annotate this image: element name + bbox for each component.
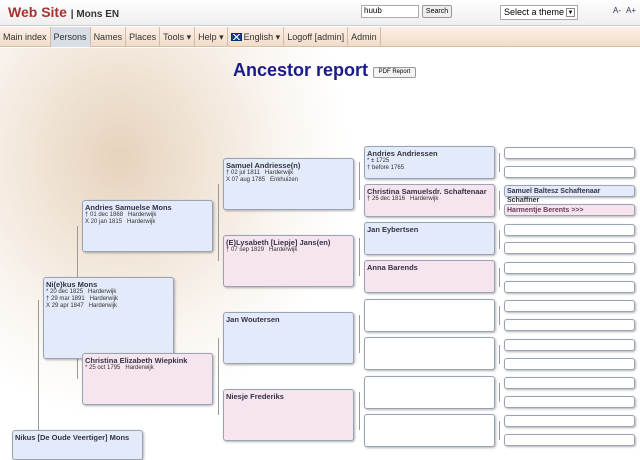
connector bbox=[38, 300, 39, 443]
person-name[interactable]: Jan Woutersen bbox=[226, 315, 351, 324]
birth-info: * 20 dec 1825 Harderwijk bbox=[46, 289, 117, 295]
uk-flag-icon bbox=[230, 33, 242, 41]
person-box[interactable]: Harmentje Berents >>> bbox=[504, 204, 635, 216]
person-box[interactable]: Samuel Baltesz Schaftenaar Schaffner bbox=[504, 185, 635, 204]
person-name[interactable]: Andries Andriessen bbox=[367, 149, 492, 158]
empty-person-box bbox=[504, 224, 635, 236]
person-box[interactable]: Jan Eybertsen bbox=[364, 222, 495, 255]
connector bbox=[499, 191, 500, 210]
person-box[interactable]: Andries Andriessen * ± 1725 † before 176… bbox=[364, 146, 495, 179]
main-menu: Main index Persons Names Places Tools ▾ … bbox=[0, 27, 640, 47]
header: Web Site | Mons EN huub Search Select a … bbox=[0, 0, 640, 26]
empty-person-box bbox=[504, 434, 635, 446]
connector bbox=[359, 162, 360, 200]
person-name[interactable]: Christina Elizabeth Wiepkink bbox=[85, 356, 210, 365]
person-box[interactable]: Andries Samuelse Mons † 01 dec 1868 Hard… bbox=[82, 200, 213, 252]
death-info: † 01 dec 1868 Harderwijk bbox=[85, 212, 157, 218]
empty-person-box bbox=[364, 414, 495, 447]
birth-info: * ± 1725 bbox=[367, 158, 390, 164]
empty-person-box bbox=[504, 319, 635, 331]
person-name[interactable]: Andries Samuelse Mons bbox=[85, 203, 210, 212]
empty-person-box bbox=[504, 166, 635, 178]
marriage-info: X 07 aug 1785 Enkhuizen bbox=[226, 177, 299, 183]
person-box[interactable]: Anna Barends bbox=[364, 260, 495, 293]
empty-person-box bbox=[504, 396, 635, 408]
empty-person-box bbox=[504, 262, 635, 274]
person-box[interactable]: Christina Elizabeth Wiepkink * 25 oct 17… bbox=[82, 353, 213, 405]
font-larger-button[interactable]: A+ bbox=[626, 6, 636, 15]
person-name[interactable]: Samuel Andriesse(n) bbox=[226, 161, 351, 170]
death-info: † 07 sep 1829 Harderwijk bbox=[226, 247, 298, 253]
menu-names[interactable]: Names bbox=[91, 27, 127, 47]
person-box[interactable]: Niesje Frederiks bbox=[223, 389, 354, 441]
person-name[interactable]: Jan Eybertsen bbox=[367, 225, 492, 234]
person-box[interactable]: Nikus [De Oude Veertiger] Mons bbox=[12, 430, 143, 460]
death-info: † 29 mar 1891 Harderwijk bbox=[46, 296, 119, 302]
empty-person-box bbox=[504, 281, 635, 293]
death-info: † 02 jul 1811 Harderwijk bbox=[226, 170, 294, 176]
connector bbox=[218, 338, 219, 415]
person-name[interactable]: Christina Samuelsdr. Schaftenaar bbox=[367, 187, 492, 196]
connector bbox=[499, 345, 500, 364]
page-title: Ancestor report bbox=[233, 60, 369, 80]
empty-person-box bbox=[504, 415, 635, 427]
connector bbox=[359, 315, 360, 353]
theme-select-value: Select a theme bbox=[504, 7, 565, 17]
search-input[interactable]: huub bbox=[361, 5, 419, 18]
empty-person-box bbox=[364, 337, 495, 370]
connector bbox=[359, 392, 360, 430]
person-name[interactable]: Niesje Frederiks bbox=[226, 392, 351, 401]
connector bbox=[499, 306, 500, 325]
empty-person-box bbox=[364, 299, 495, 332]
font-smaller-button[interactable]: A- bbox=[613, 6, 621, 15]
menu-persons[interactable]: Persons bbox=[50, 27, 91, 47]
connector bbox=[499, 421, 500, 440]
person-box[interactable]: Christina Samuelsdr. Schaftenaar † 26 de… bbox=[364, 184, 495, 217]
menu-places[interactable]: Places bbox=[126, 27, 161, 47]
death-info: † 26 dec 1816 Harderwijk bbox=[367, 196, 439, 202]
connector bbox=[499, 153, 500, 172]
connector bbox=[499, 383, 500, 402]
person-box[interactable]: Samuel Andriesse(n) † 02 jul 1811 Harder… bbox=[223, 158, 354, 210]
pdf-report-button[interactable]: PDF Report bbox=[373, 67, 416, 78]
empty-person-box bbox=[504, 242, 635, 254]
empty-person-box bbox=[364, 376, 495, 409]
person-name[interactable]: Samuel Baltesz Schaftenaar Schaffner bbox=[507, 187, 617, 205]
marriage-info: X 20 jan 1815 Harderwijk bbox=[85, 219, 156, 225]
connector bbox=[218, 184, 219, 261]
site-title[interactable]: Web Site | Mons EN bbox=[8, 4, 119, 20]
menu-tools[interactable]: Tools ▾ bbox=[160, 27, 196, 47]
person-box[interactable]: Jan Woutersen bbox=[223, 312, 354, 364]
empty-person-box bbox=[504, 358, 635, 370]
connector bbox=[499, 230, 500, 249]
menu-main-index[interactable]: Main index bbox=[0, 27, 51, 47]
empty-person-box bbox=[504, 377, 635, 389]
person-name[interactable]: Ni(e)kus Mons bbox=[46, 280, 171, 289]
death-info: † before 1765 bbox=[367, 165, 405, 171]
language-label: English ▾ bbox=[243, 32, 281, 42]
birth-info: * 25 oct 1795 Harderwijk bbox=[85, 365, 154, 371]
menu-logoff[interactable]: Logoff [admin] bbox=[284, 27, 349, 47]
menu-help[interactable]: Help ▾ bbox=[195, 27, 228, 47]
marriage-info: X 29 apr 1847 Harderwijk bbox=[46, 303, 118, 309]
menu-admin[interactable]: Admin bbox=[348, 27, 381, 47]
person-box[interactable]: (E)Lysabeth [Liepje] Jans(en) † 07 sep 1… bbox=[223, 235, 354, 287]
chevron-down-icon: ▼ bbox=[566, 8, 575, 17]
connector bbox=[499, 268, 500, 287]
search-button[interactable]: Search bbox=[422, 5, 452, 18]
connector bbox=[359, 238, 360, 276]
person-name[interactable]: Nikus [De Oude Veertiger] Mons bbox=[15, 433, 140, 442]
empty-person-box bbox=[504, 339, 635, 351]
menu-language[interactable]: English ▾ bbox=[228, 27, 285, 47]
empty-person-box bbox=[504, 300, 635, 312]
theme-select[interactable]: Select a theme ▼ bbox=[500, 5, 578, 20]
person-box[interactable]: Ni(e)kus Mons * 20 dec 1825 Harderwijk †… bbox=[43, 277, 174, 359]
person-name[interactable]: Anna Barends bbox=[367, 263, 492, 272]
person-name-link[interactable]: Harmentje Berents >>> bbox=[507, 206, 632, 215]
person-name[interactable]: (E)Lysabeth [Liepje] Jans(en) bbox=[226, 238, 351, 247]
empty-person-box bbox=[504, 147, 635, 159]
